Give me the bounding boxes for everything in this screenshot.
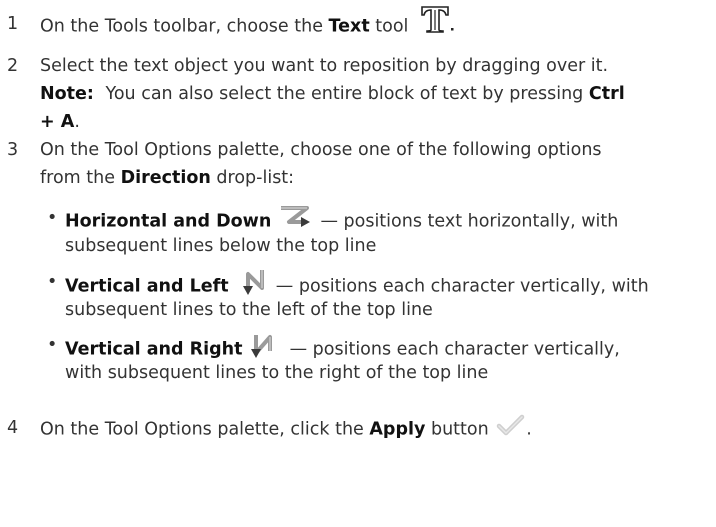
step-number: 2 — [7, 56, 19, 76]
step-body: On the Tool Options palette, choose one … — [40, 136, 712, 192]
step-number: 4 — [7, 418, 19, 438]
step-text: Select the text object you want to repos… — [40, 56, 609, 76]
step-body: On the Tool Options palette, click the A… — [40, 414, 712, 442]
step-text: On the Tools toolbar, choose the — [40, 16, 323, 37]
option-label: Vertical and Right — [65, 339, 243, 360]
step-number: 3 — [7, 140, 19, 160]
note-end: . — [74, 112, 80, 132]
note-text: You can also select the entire block of … — [105, 84, 584, 104]
bullet-dot: • — [47, 208, 58, 228]
key-a: + A — [40, 112, 75, 132]
step-text: drop-list: — [216, 168, 295, 188]
apply-checkmark-icon — [496, 414, 526, 445]
direction-label: Direction — [120, 168, 211, 188]
text-tool-label: Text — [328, 16, 370, 37]
step-text: tool — [375, 16, 409, 37]
key-ctrl: Ctrl — [588, 84, 625, 104]
step-body: On the Tools toolbar, choose the Text to… — [40, 6, 712, 38]
note: Note: You can also select the entire blo… — [40, 80, 712, 108]
step-text: On the Tool Options palette, choose one … — [40, 140, 602, 160]
bullet-dot: • — [47, 335, 58, 355]
step-text: from the — [40, 168, 116, 188]
option-text: — positions each character vertically, w… — [275, 276, 649, 297]
step-body: Select the text object you want to repos… — [40, 52, 712, 136]
option-text: — positions each character vertically, — [289, 339, 620, 360]
step-text: On the Tool Options palette, click the — [40, 419, 364, 440]
step-text: button — [430, 419, 489, 440]
option-text: — positions text horizontally, with — [320, 211, 619, 232]
note-label: Note: — [40, 84, 94, 104]
bullet-dot: • — [47, 272, 58, 292]
option-text: subsequent lines below the top line — [65, 236, 377, 256]
option-text: with subsequent lines to the right of th… — [65, 363, 489, 383]
option-label: Vertical and Left — [65, 276, 229, 297]
apply-label: Apply — [369, 419, 426, 440]
text-tool-icon — [418, 4, 458, 43]
option-text: subsequent lines to the left of the top … — [65, 300, 433, 320]
step-end: . — [526, 419, 532, 440]
option-label: Horizontal and Down — [65, 211, 272, 232]
step-number: 1 — [7, 14, 19, 34]
